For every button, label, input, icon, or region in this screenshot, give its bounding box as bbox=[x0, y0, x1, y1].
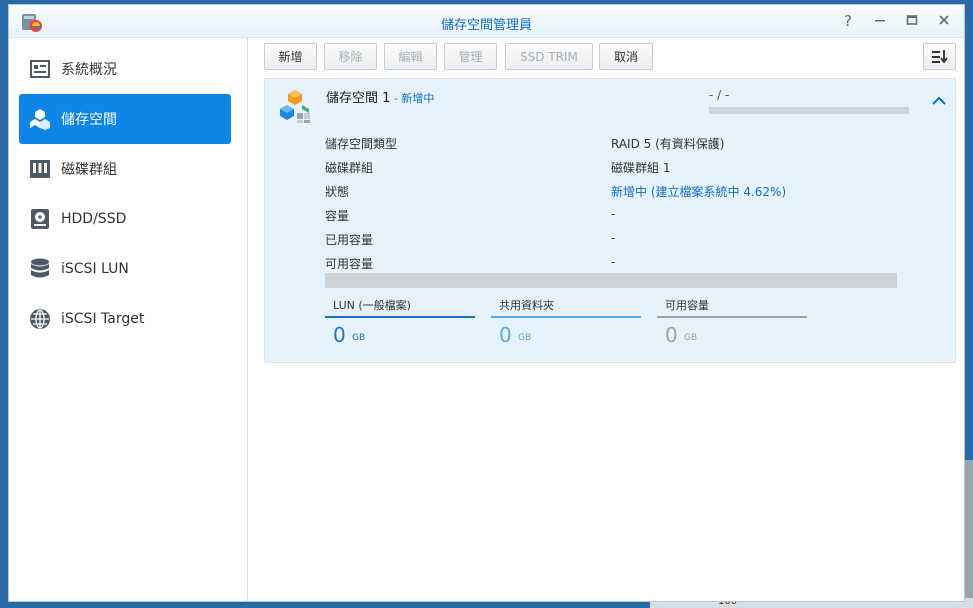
title-bar[interactable]: 儲存空間管理員 ? bbox=[9, 5, 964, 38]
sidebar: 系統概況 儲存空間 磁碟群組 HDD/SSD iSCSI LUN iSCSI T… bbox=[9, 38, 248, 601]
lun-stat-line bbox=[325, 316, 475, 318]
ssd-trim-button[interactable]: SSD TRIM bbox=[505, 43, 593, 70]
capacity-label: 容量 bbox=[325, 209, 350, 223]
cancel-button[interactable]: 取消 bbox=[599, 43, 653, 70]
chevron-up-icon[interactable] bbox=[929, 91, 949, 111]
used-capacity-label: 已用容量 bbox=[325, 233, 374, 247]
close-icon[interactable] bbox=[933, 11, 955, 31]
sidebar-item-label: 儲存空間 bbox=[61, 112, 117, 128]
sidebar-item-iscsi-lun[interactable]: iSCSI LUN bbox=[19, 244, 231, 294]
storage-pool-state: 新增中 bbox=[401, 92, 435, 105]
pool-type-value: RAID 5 (有資料保護) bbox=[611, 137, 725, 151]
shared-folder-stat: 共用資料夾 0 GB bbox=[491, 295, 641, 347]
available-capacity-value: - bbox=[611, 255, 616, 269]
sidebar-item-storage-pool[interactable]: 儲存空間 bbox=[19, 94, 231, 144]
overview-icon bbox=[29, 58, 51, 80]
maximize-icon[interactable] bbox=[901, 11, 923, 31]
lun-stat-unit: GB bbox=[352, 333, 366, 343]
edit-button[interactable]: 編輯 bbox=[384, 43, 437, 70]
sidebar-item-label: HDD/SSD bbox=[61, 211, 127, 227]
create-button[interactable]: 新增 bbox=[264, 43, 317, 70]
status-label: 狀態 bbox=[325, 185, 350, 199]
database-icon bbox=[29, 258, 51, 280]
capacity-value: - bbox=[611, 207, 616, 221]
lun-stat-label: LUN (一般檔案) bbox=[333, 299, 411, 312]
available-stat-value: 0 bbox=[665, 323, 678, 347]
available-stat-unit: GB bbox=[684, 333, 698, 343]
status-close-paren: ) bbox=[781, 185, 787, 199]
sidebar-item-iscsi-target[interactable]: iSCSI Target bbox=[19, 294, 231, 344]
pool-usage-bar bbox=[709, 107, 909, 114]
sidebar-item-hdd-ssd[interactable]: HDD/SSD bbox=[19, 194, 231, 244]
lun-stat-value: 0 bbox=[333, 323, 346, 347]
pool-usage-text: - / - bbox=[709, 88, 730, 102]
status-progress-link[interactable]: 建立檔案系統中 4.62% bbox=[656, 185, 782, 199]
storage-pool-title: 儲存空間 1 - 新增中 bbox=[326, 87, 434, 106]
manage-button[interactable]: 管理 bbox=[444, 43, 497, 70]
available-capacity-label: 可用容量 bbox=[325, 257, 374, 271]
pool-type-label: 儲存空間類型 bbox=[325, 137, 398, 151]
pool-separator: - bbox=[390, 92, 402, 105]
available-stat-line bbox=[657, 316, 807, 318]
disk-group-value: 磁碟群組 1 bbox=[611, 161, 671, 175]
used-capacity-value: - bbox=[611, 231, 616, 245]
sidebar-item-label: 系統概況 bbox=[61, 62, 117, 78]
storage-pool-name: 儲存空間 1 bbox=[326, 91, 391, 106]
storage-cubes-icon bbox=[29, 108, 51, 130]
disk-group-icon bbox=[29, 158, 51, 180]
sidebar-item-label: iSCSI LUN bbox=[61, 261, 129, 277]
main-content: 新增 移除 編輯 管理 SSD TRIM 取消 儲存空間 1 - 新增中 - /… bbox=[248, 38, 964, 601]
sort-button[interactable] bbox=[923, 43, 956, 70]
disk-group-label: 磁碟群組 bbox=[325, 161, 374, 175]
shared-folder-stat-label: 共用資料夾 bbox=[499, 299, 554, 312]
sidebar-item-label: iSCSI Target bbox=[61, 311, 145, 327]
shared-folder-stat-line bbox=[491, 316, 641, 318]
storage-pool-icon bbox=[280, 90, 310, 123]
sidebar-item-disk-group[interactable]: 磁碟群組 bbox=[19, 144, 231, 194]
globe-icon bbox=[29, 308, 51, 330]
minimize-icon[interactable] bbox=[869, 11, 891, 31]
sidebar-item-overview[interactable]: 系統概況 bbox=[19, 44, 231, 94]
hdd-icon bbox=[29, 208, 51, 230]
shared-folder-stat-value: 0 bbox=[499, 323, 512, 347]
help-icon[interactable]: ? bbox=[837, 11, 859, 31]
available-stat: 可用容量 0 GB bbox=[657, 295, 807, 347]
remove-button[interactable]: 移除 bbox=[324, 43, 377, 70]
available-stat-label: 可用容量 bbox=[665, 299, 709, 312]
window-title: 儲存空間管理員 bbox=[440, 18, 532, 33]
capacity-bar bbox=[325, 273, 897, 288]
storage-pool-panel: 儲存空間 1 - 新增中 - / - 儲存空間類型 RAID 5 (有資料保護)… bbox=[264, 78, 956, 363]
lun-stat: LUN (一般檔案) 0 GB bbox=[325, 295, 475, 347]
status-value: 新增中 (建立檔案系統中 4.62%) bbox=[611, 183, 786, 200]
shared-folder-stat-unit: GB bbox=[518, 333, 532, 343]
status-open-paren: ( bbox=[647, 185, 656, 199]
sidebar-item-label: 磁碟群組 bbox=[61, 162, 117, 178]
sort-icon bbox=[931, 49, 948, 63]
status-state-link[interactable]: 新增中 bbox=[611, 185, 647, 199]
storage-manager-window: 儲存空間管理員 ? 系統概況 儲存空間 磁碟群組 HDD/SSD iSCSI L… bbox=[8, 4, 965, 602]
